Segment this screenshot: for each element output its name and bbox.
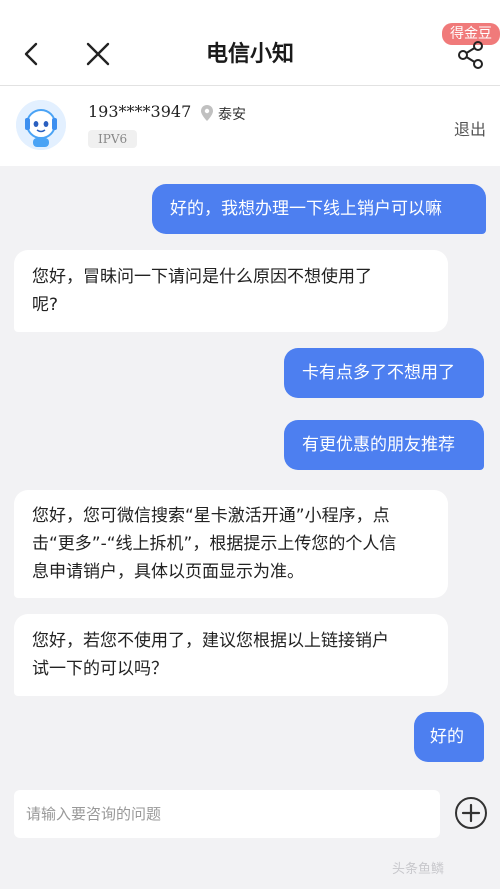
avatar: [16, 100, 66, 150]
network-badge: IPV6: [88, 130, 138, 148]
user-info-bar: 193****3947 泰安 IPV6 退出: [0, 86, 500, 166]
watermark: 头条鱼鳞: [392, 862, 445, 877]
message-bubble-user: 好的，我想办理一下线上销户可以嘛: [152, 184, 486, 234]
location-label: 泰安: [218, 107, 246, 123]
message-bubble-user: 卡有点多了不想用了: [284, 348, 484, 398]
phone-number: 193****3947: [88, 102, 192, 121]
page-title: 电信小知: [205, 42, 294, 67]
message-bubble-user: 有更优惠的朋友推荐: [284, 420, 484, 470]
logout-button[interactable]: 退出: [454, 116, 486, 140]
chat-area[interactable]: 好的，我想办理一下线上销户可以嘛 您好，冒昧问一下请问是什么原因不想使用了 呢?…: [0, 166, 500, 786]
plus-icon[interactable]: [454, 796, 488, 830]
message-bubble-bot: 您好，若您不使用了，建议您根据以上链接销户 试一下的可以吗？: [14, 614, 448, 696]
question-input[interactable]: [14, 790, 440, 838]
message-bubble-bot: 您好，冒昧问一下请问是什么原因不想使用了 呢?: [14, 250, 448, 332]
top-nav: 电信小知 得金豆: [0, 0, 500, 86]
message-bubble-bot: 您好，您可微信搜索“星卡激活开通”小程序，点 击“更多”-“线上拆机”，根据提示…: [14, 490, 448, 598]
message-bubble-user: 好的: [414, 712, 484, 762]
avatar-robot: [16, 100, 66, 150]
share-icon[interactable]: [456, 40, 486, 70]
location-icon: [201, 105, 213, 121]
